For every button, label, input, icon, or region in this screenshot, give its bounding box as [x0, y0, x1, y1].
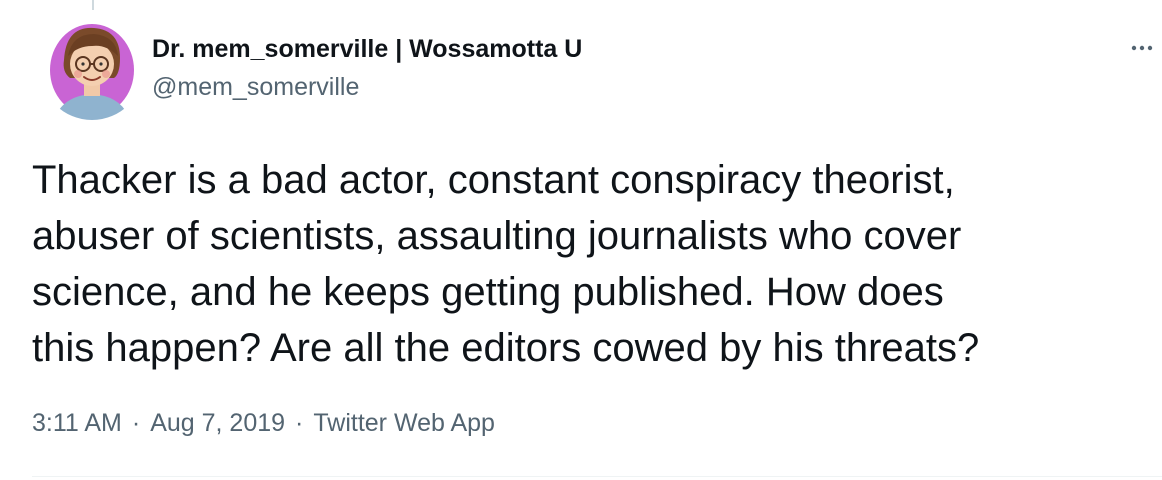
tweet-author: Dr. mem_somerville | Wossamotta U @mem_s…	[152, 34, 582, 102]
avatar-illustration	[40, 16, 144, 120]
tweet-source-app[interactable]: Twitter Web App	[313, 408, 495, 438]
tweet-timestamp-date[interactable]: Aug 7, 2019	[150, 408, 285, 438]
author-handle[interactable]: @mem_somerville	[152, 72, 582, 102]
meta-separator: ·	[295, 409, 304, 437]
meta-separator: ·	[131, 409, 141, 437]
more-horizontal-icon	[1131, 45, 1153, 51]
avatar[interactable]	[40, 16, 144, 120]
divider	[32, 476, 1162, 477]
tweet: Dr. mem_somerville | Wossamotta U @mem_s…	[0, 0, 1162, 480]
tweet-text: Thacker is a bad actor, constant conspir…	[32, 158, 980, 370]
more-options-button[interactable]	[1122, 28, 1162, 68]
author-display-name[interactable]: Dr. mem_somerville | Wossamotta U	[152, 34, 582, 64]
tweet-timestamp-time[interactable]: 3:11 AM	[32, 408, 122, 438]
tweet-metadata: 3:11 AM · Aug 7, 2019 · Twitter Web App	[32, 408, 495, 438]
